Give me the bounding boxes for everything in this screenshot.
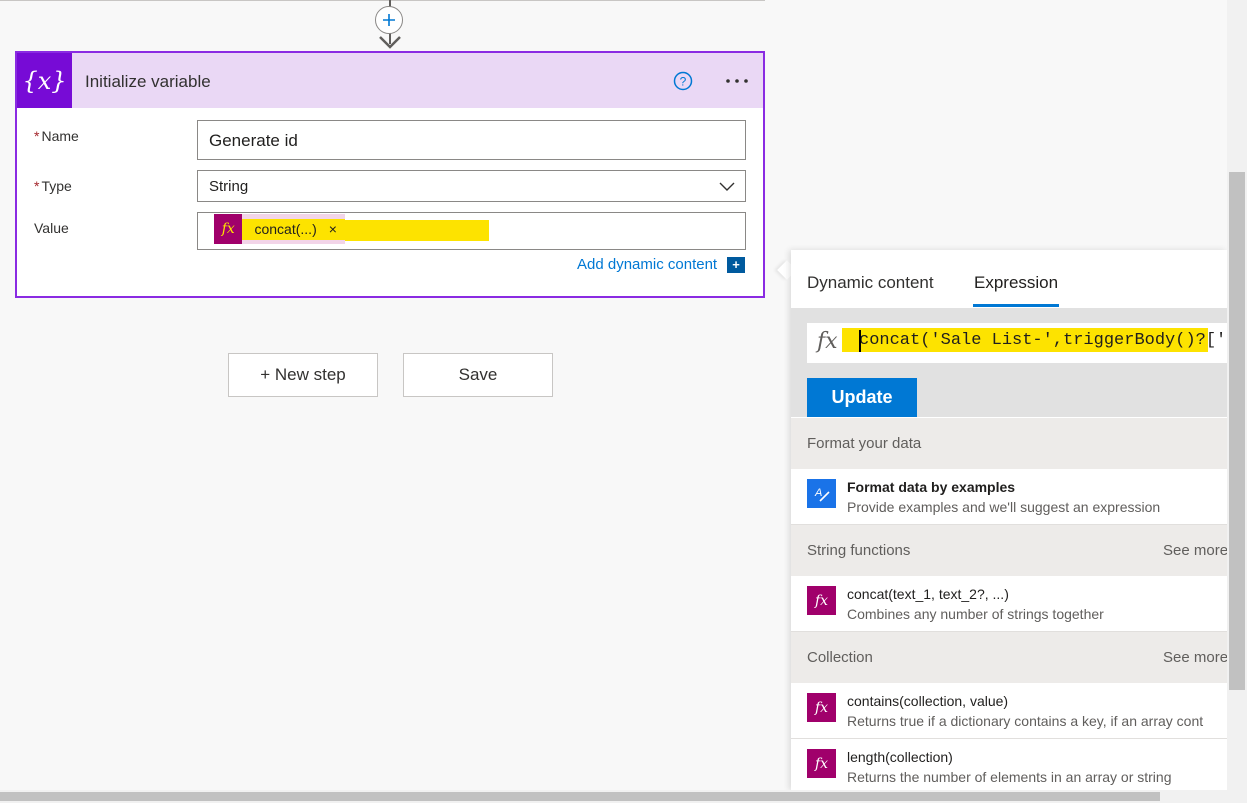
tab-expression[interactable]: Expression: [974, 273, 1058, 293]
item-description: Provide examples and we'll suggest an ex…: [847, 499, 1161, 515]
item-title: Format data by examples: [847, 479, 1016, 495]
fx-icon: fx: [214, 214, 243, 244]
update-button[interactable]: Update: [807, 378, 917, 417]
section-title: Collection: [807, 649, 873, 666]
type-dropdown-value: String: [209, 178, 249, 195]
expression-input[interactable]: fx concat('Sale List-',triggerBody()?['J…: [807, 323, 1227, 363]
list-item[interactable]: fx contains(collection, value) Returns t…: [791, 683, 1227, 739]
flow-top-divider: [0, 0, 765, 1]
section-title: String functions: [807, 542, 911, 559]
see-more-link[interactable]: See more: [1163, 542, 1227, 559]
format-data-icon: A: [807, 479, 836, 508]
value-field[interactable]: fx concat(...) ×: [197, 212, 746, 250]
arrow-down-icon: [379, 36, 401, 49]
chevron-down-icon: [719, 182, 735, 191]
list-item[interactable]: fx length(collection) Returns the number…: [791, 739, 1227, 790]
type-dropdown[interactable]: String: [197, 170, 746, 202]
name-field[interactable]: Generate id: [197, 120, 746, 160]
insert-step-button[interactable]: [375, 6, 403, 34]
expression-editor-area: fx concat('Sale List-',triggerBody()?['J…: [791, 308, 1227, 417]
more-options-icon[interactable]: [722, 69, 752, 93]
help-icon[interactable]: ?: [673, 71, 693, 91]
card-title: Initialize variable: [85, 72, 211, 91]
item-title: contains(collection, value): [847, 693, 1009, 709]
dynamic-content-panel: Dynamic content Expression fx concat('Sa…: [791, 250, 1227, 790]
fx-icon: fx: [807, 693, 836, 722]
fx-icon: fx: [807, 586, 836, 615]
name-label: * Name: [34, 128, 79, 144]
value-label: Value: [34, 220, 69, 236]
close-icon[interactable]: ×: [329, 221, 337, 237]
item-description: Combines any number of strings together: [847, 606, 1104, 622]
save-button[interactable]: Save: [403, 353, 553, 397]
new-step-button[interactable]: + New step: [228, 353, 378, 397]
type-label: * Type: [34, 178, 72, 194]
variable-icon: {x}: [17, 53, 72, 108]
vertical-scrollbar-thumb[interactable]: [1229, 172, 1245, 690]
card-header[interactable]: {x} Initialize variable ?: [17, 53, 763, 108]
expression-text: concat('Sale List-',triggerBody()?['Jol: [859, 331, 1227, 350]
add-dynamic-content-link[interactable]: Add dynamic content: [577, 256, 717, 273]
plus-icon: [383, 14, 395, 26]
item-description: Returns the number of elements in an arr…: [847, 769, 1172, 785]
initialize-variable-card: {x} Initialize variable ? * Name Generate…: [15, 51, 765, 298]
item-title: concat(text_1, text_2?, ...): [847, 586, 1009, 602]
section-string-functions: String functions See more: [791, 525, 1227, 576]
active-tab-indicator: [973, 304, 1059, 307]
item-title: length(collection): [847, 749, 953, 765]
tab-dynamic-content[interactable]: Dynamic content: [807, 273, 934, 293]
expression-token[interactable]: fx concat(...) ×: [214, 214, 345, 244]
svg-text:A: A: [814, 487, 822, 499]
text-caret: [859, 330, 861, 352]
required-asterisk: *: [34, 128, 40, 144]
section-collection: Collection See more: [791, 632, 1227, 683]
required-asterisk: *: [34, 178, 40, 194]
section-title: Format your data: [807, 435, 922, 452]
add-dynamic-content-icon[interactable]: +: [727, 257, 745, 273]
fx-icon: fx: [817, 329, 838, 354]
list-item[interactable]: A Format data by examples Provide exampl…: [791, 469, 1227, 525]
svg-text:?: ?: [680, 75, 687, 89]
token-label: concat(...): [254, 221, 317, 237]
section-format-your-data: Format your data: [791, 418, 1227, 469]
token-body: concat(...) ×: [242, 218, 345, 240]
fx-icon: fx: [807, 749, 836, 778]
name-field-value: Generate id: [209, 131, 298, 150]
item-description: Returns true if a dictionary contains a …: [847, 713, 1204, 729]
see-more-link[interactable]: See more: [1163, 649, 1227, 666]
horizontal-scrollbar-thumb[interactable]: [0, 792, 1160, 801]
list-item[interactable]: fx concat(text_1, text_2?, ...) Combines…: [791, 576, 1227, 632]
